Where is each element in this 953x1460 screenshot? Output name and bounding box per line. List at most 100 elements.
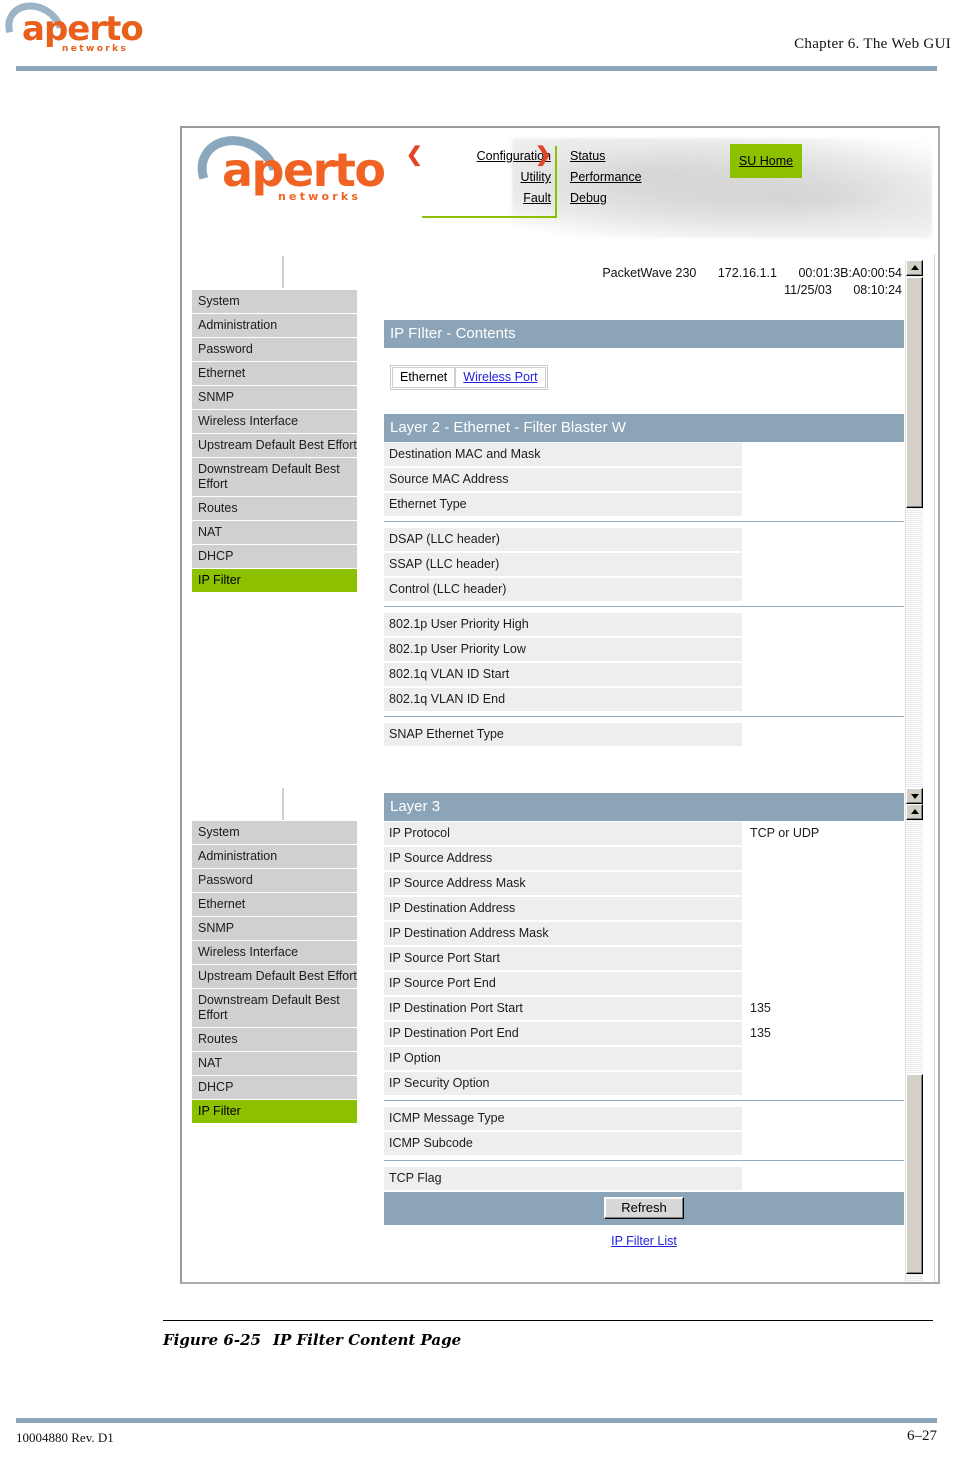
app-banner: aperto networks ❮ ❯ Configuration Utilit… bbox=[182, 128, 938, 248]
field-value bbox=[742, 578, 904, 601]
field-value bbox=[742, 897, 904, 920]
sidebar-item-snmp[interactable]: SNMP bbox=[192, 917, 357, 941]
field-value bbox=[742, 723, 904, 746]
sidebar-item-ip-filter[interactable]: IP Filter bbox=[192, 569, 357, 593]
layer2-group-1: Destination MAC and Mask Source MAC Addr… bbox=[384, 443, 904, 516]
field-value bbox=[742, 872, 904, 895]
scrollbar-thumb[interactable] bbox=[906, 277, 923, 508]
field-value: TCP or UDP bbox=[742, 822, 904, 845]
sidebar-item-routes[interactable]: Routes bbox=[192, 497, 357, 521]
field-label: DSAP (LLC header) bbox=[384, 528, 742, 551]
app-brand-wordmark: aperto bbox=[222, 143, 386, 197]
nav-item-status[interactable]: Status bbox=[570, 146, 710, 167]
field-row: 802.1q VLAN ID End bbox=[384, 688, 904, 711]
sidebar-item-password[interactable]: Password bbox=[192, 869, 357, 893]
nav-item-debug[interactable]: Debug bbox=[570, 188, 710, 209]
field-row: 802.1p User Priority High bbox=[384, 613, 904, 636]
nav-secondary-group: Status Performance Debug bbox=[570, 146, 710, 209]
group-separator bbox=[384, 716, 904, 717]
field-label: ICMP Subcode bbox=[384, 1132, 742, 1155]
sidebar-item-password[interactable]: Password bbox=[192, 338, 357, 362]
sidebar-item-ethernet[interactable]: Ethernet bbox=[192, 362, 357, 386]
tab-wireless-port[interactable]: Wireless Port bbox=[455, 367, 546, 388]
sidebar-item-ip-filter[interactable]: IP Filter bbox=[192, 1100, 357, 1124]
sidebar-item-administration[interactable]: Administration bbox=[192, 845, 357, 869]
sidebar-item-dhcp[interactable]: DHCP bbox=[192, 545, 357, 569]
sidebar-item-nat[interactable]: NAT bbox=[192, 521, 357, 545]
scrollbar-thumb[interactable] bbox=[906, 1074, 923, 1274]
scrollbar-vertical-top[interactable] bbox=[905, 260, 923, 804]
content-pane-top: IP FIlter - Contents Ethernet Wireless Po… bbox=[384, 320, 904, 748]
chevron-up-icon bbox=[910, 809, 919, 814]
sidebar-item-routes[interactable]: Routes bbox=[192, 1028, 357, 1052]
scroll-down-button[interactable] bbox=[906, 788, 923, 804]
scroll-up-button[interactable] bbox=[906, 260, 923, 276]
ip-filter-list-link[interactable]: IP Filter List bbox=[384, 1234, 904, 1248]
field-row: IP Protocol TCP or UDP bbox=[384, 822, 904, 845]
scroll-frame-edge bbox=[934, 254, 938, 1282]
sidebar-item-wireless-interface[interactable]: Wireless Interface bbox=[192, 410, 357, 434]
field-row: IP Option bbox=[384, 1047, 904, 1070]
field-label: 802.1p User Priority Low bbox=[384, 638, 742, 661]
nav-item-utility[interactable]: Utility bbox=[422, 167, 551, 188]
sidebar-item-downstream-default-best-effort[interactable]: Downstream Default Best Effort bbox=[192, 989, 357, 1028]
sidebar-item-ethernet[interactable]: Ethernet bbox=[192, 893, 357, 917]
device-info-line-2: 11/25/03 08:10:24 bbox=[482, 283, 902, 297]
sidebar-item-nat[interactable]: NAT bbox=[192, 1052, 357, 1076]
scroll-up-button[interactable] bbox=[906, 804, 923, 820]
layer3-section-header: Layer 3 bbox=[384, 793, 904, 821]
field-row: SSAP (LLC header) bbox=[384, 553, 904, 576]
chevron-down-icon bbox=[910, 794, 919, 799]
content-pane-bottom: Layer 3 IP Protocol TCP or UDP IP Source … bbox=[384, 793, 904, 1248]
sidebar-item-snmp[interactable]: SNMP bbox=[192, 386, 357, 410]
field-value bbox=[742, 972, 904, 995]
refresh-button[interactable]: Refresh bbox=[604, 1197, 684, 1219]
field-value bbox=[742, 443, 904, 466]
scrollbar-vertical-bottom[interactable] bbox=[905, 804, 923, 1282]
field-value bbox=[742, 468, 904, 491]
su-home-button[interactable]: SU Home bbox=[730, 144, 802, 178]
field-label: IP Source Address Mask bbox=[384, 872, 742, 895]
sidebar-item-downstream-default-best-effort[interactable]: Downstream Default Best Effort bbox=[192, 458, 357, 497]
footer-doc-id: 10004880 Rev. D1 bbox=[16, 1430, 114, 1445]
nav-item-fault[interactable]: Fault bbox=[422, 188, 551, 209]
header-rule bbox=[16, 66, 937, 71]
sidebar-item-upstream-default-best-effort[interactable]: Upstream Default Best Effort bbox=[192, 965, 357, 989]
device-model: PacketWave 230 bbox=[602, 266, 697, 280]
field-label: SNAP Ethernet Type bbox=[384, 723, 742, 746]
sidebar-divider-tick-top bbox=[282, 256, 284, 288]
device-info-line-1: PacketWave 230 172.16.1.1 00:01:3B:A0:00… bbox=[482, 266, 902, 280]
field-label: TCP Flag bbox=[384, 1167, 742, 1190]
field-row: ICMP Subcode bbox=[384, 1132, 904, 1155]
sidebar-item-system[interactable]: System bbox=[192, 821, 357, 845]
figure-title: IP Filter Content Page bbox=[273, 1331, 462, 1349]
nav-item-configuration[interactable]: Configuration bbox=[422, 146, 551, 167]
sidebar-item-administration[interactable]: Administration bbox=[192, 314, 357, 338]
layer3-group-3: TCP Flag bbox=[384, 1167, 904, 1190]
sidebar-item-system[interactable]: System bbox=[192, 290, 357, 314]
field-value bbox=[742, 847, 904, 870]
nav-primary-group: ❮ ❯ Configuration Utility Fault bbox=[406, 144, 557, 218]
sidebar-item-upstream-default-best-effort[interactable]: Upstream Default Best Effort bbox=[192, 434, 357, 458]
device-mac: 00:01:3B:A0:00:54 bbox=[798, 266, 902, 280]
sidebar-nav-top: System Administration Password Ethernet … bbox=[192, 290, 357, 593]
figure-number: Figure 6-25 bbox=[163, 1331, 261, 1349]
sidebar-item-dhcp[interactable]: DHCP bbox=[192, 1076, 357, 1100]
su-home-label: SU Home bbox=[738, 154, 794, 168]
field-label: IP Security Option bbox=[384, 1072, 742, 1095]
field-row: IP Destination Address Mask bbox=[384, 922, 904, 945]
field-label: Source MAC Address bbox=[384, 468, 742, 491]
tab-ethernet[interactable]: Ethernet bbox=[392, 367, 456, 388]
field-label: IP Destination Port End bbox=[384, 1022, 742, 1045]
layer3-group-1: IP Protocol TCP or UDP IP Source Address … bbox=[384, 822, 904, 1095]
sidebar-item-wireless-interface[interactable]: Wireless Interface bbox=[192, 941, 357, 965]
field-row: Ethernet Type bbox=[384, 493, 904, 516]
field-row: DSAP (LLC header) bbox=[384, 528, 904, 551]
field-value bbox=[742, 638, 904, 661]
port-tabs: Ethernet Wireless Port bbox=[390, 365, 548, 390]
nav-item-performance[interactable]: Performance bbox=[570, 167, 710, 188]
field-label: IP Source Address bbox=[384, 847, 742, 870]
field-row: IP Source Address Mask bbox=[384, 872, 904, 895]
field-row: SNAP Ethernet Type bbox=[384, 723, 904, 746]
main-navigation: ❮ ❯ Configuration Utility Fault Status P… bbox=[406, 144, 722, 228]
